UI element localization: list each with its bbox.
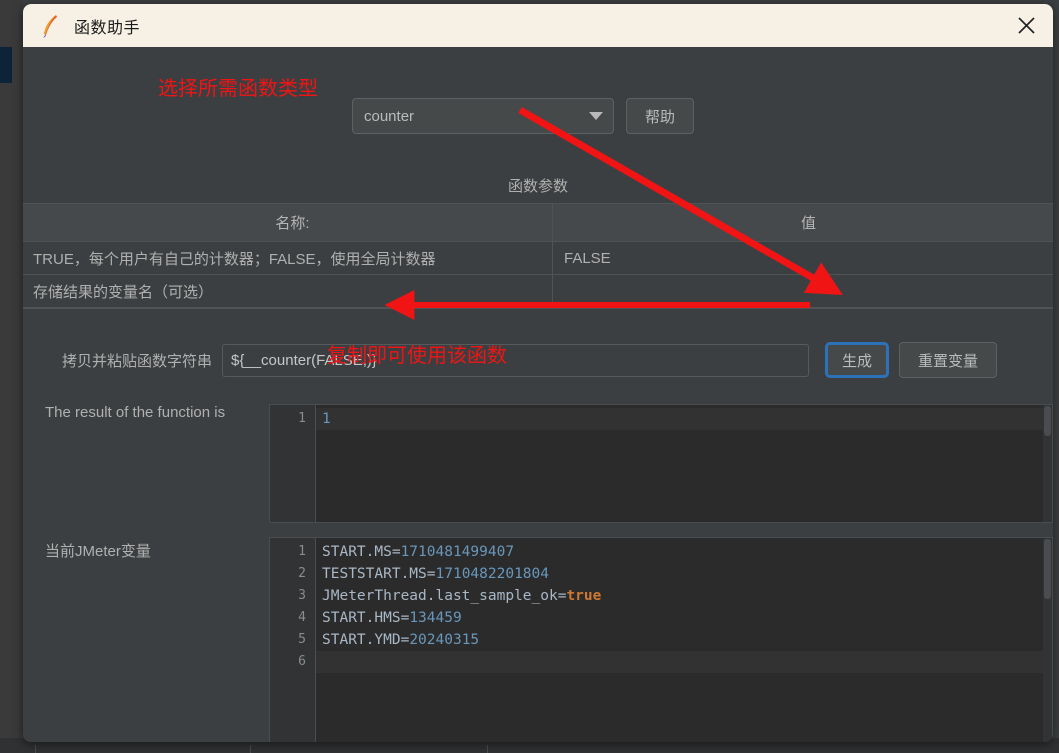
function-selector-row: counter 帮助 bbox=[352, 98, 695, 134]
screen: 函数助手 counter 帮助 函数参数 名称: 值 TRUE，每个用户有自己的… bbox=[0, 0, 1059, 753]
variable-key: START.YMD= bbox=[322, 632, 410, 648]
code-line bbox=[316, 651, 1052, 673]
generate-button[interactable]: 生成 bbox=[825, 342, 890, 378]
annotation-copy-to-use: 复制即可使用该函数 bbox=[327, 345, 507, 367]
line-number: 2 bbox=[298, 566, 306, 581]
table-row[interactable]: 存储结果的变量名（可选） bbox=[23, 275, 1053, 308]
line-number: 1 bbox=[298, 411, 306, 426]
code-line: TESTSTART.MS=1710482201804 bbox=[316, 563, 1052, 585]
jmeter-feather-icon bbox=[40, 14, 62, 38]
code-line: JMeterThread.last_sample_ok=true bbox=[316, 585, 1052, 607]
line-number: 5 bbox=[298, 632, 306, 647]
function-type-value: counter bbox=[364, 107, 415, 125]
window-title: 函数助手 bbox=[74, 19, 141, 37]
variable-key: START.HMS= bbox=[322, 610, 410, 626]
chevron-down-icon bbox=[579, 112, 613, 120]
result-value: 1 bbox=[322, 411, 331, 427]
table-row[interactable]: TRUE，每个用户有自己的计数器；FALSE，使用全局计数器 FALSE bbox=[23, 242, 1053, 275]
result-code-area[interactable]: 1 bbox=[316, 405, 1052, 522]
code-line: START.HMS=134459 bbox=[316, 607, 1052, 629]
variables-line-gutter: 1 2 3 4 5 6 bbox=[270, 538, 316, 742]
variable-key: JMeterThread.last_sample_ok= bbox=[322, 588, 567, 604]
action-buttons: 生成 重置变量 bbox=[825, 342, 998, 378]
column-header-name: 名称: bbox=[23, 204, 553, 242]
function-string-row: 拷贝并粘贴函数字符串 ${__counter(FALSE,)} 生成 重置变量 bbox=[23, 340, 1053, 380]
annotation-select-function-type: 选择所需函数类型 bbox=[158, 78, 318, 100]
result-line-gutter: 1 bbox=[270, 405, 316, 522]
variable-value: true bbox=[566, 588, 602, 604]
code-line: 1 bbox=[316, 408, 1052, 430]
taskbar-divider bbox=[487, 745, 488, 753]
function-type-select[interactable]: counter bbox=[352, 98, 614, 134]
variable-value: 134459 bbox=[409, 610, 462, 626]
variables-code-area[interactable]: START.MS=1710481499407 TESTSTART.MS=1710… bbox=[316, 538, 1052, 742]
variables-scrollbar[interactable] bbox=[1043, 538, 1052, 742]
result-label: The result of the function is bbox=[45, 404, 226, 421]
reset-variables-button[interactable]: 重置变量 bbox=[899, 342, 998, 378]
function-string-input[interactable]: ${__counter(FALSE,)} bbox=[222, 343, 809, 377]
close-icon[interactable] bbox=[999, 4, 1053, 47]
desktop-background bbox=[0, 0, 23, 753]
line-number: 6 bbox=[298, 654, 306, 669]
line-number: 3 bbox=[298, 588, 306, 603]
taskbar-divider bbox=[35, 745, 36, 753]
help-button[interactable]: 帮助 bbox=[626, 98, 695, 134]
title-bar: 函数助手 bbox=[23, 4, 1053, 47]
variables-label: 当前JMeter变量 bbox=[45, 543, 151, 560]
code-line: START.YMD=20240315 bbox=[316, 629, 1052, 651]
taskbar-divider bbox=[250, 745, 251, 753]
code-line: START.MS=1710481499407 bbox=[316, 541, 1052, 563]
function-string-label: 拷贝并粘贴函数字符串 bbox=[61, 352, 212, 370]
function-parameters-table: 名称: 值 TRUE，每个用户有自己的计数器；FALSE，使用全局计数器 FAL… bbox=[23, 203, 1053, 309]
variables-scrollbar-thumb[interactable] bbox=[1044, 539, 1051, 599]
result-editor[interactable]: 1 1 bbox=[269, 404, 1053, 523]
table-header-row: 名称: 值 bbox=[23, 204, 1053, 242]
result-scrollbar[interactable] bbox=[1043, 405, 1052, 522]
param-value[interactable]: FALSE bbox=[553, 242, 1053, 275]
params-section-title: 函数参数 bbox=[507, 178, 568, 195]
param-name: TRUE，每个用户有自己的计数器；FALSE，使用全局计数器 bbox=[23, 242, 553, 275]
dialog-body: counter 帮助 函数参数 名称: 值 TRUE，每个用户有自己的计数器；F… bbox=[23, 47, 1053, 742]
param-name: 存储结果的变量名（可选） bbox=[23, 275, 553, 308]
variable-value: 1710482201804 bbox=[435, 566, 550, 582]
result-scrollbar-thumb[interactable] bbox=[1044, 406, 1051, 436]
variable-value: 20240315 bbox=[409, 632, 480, 648]
line-number: 4 bbox=[298, 610, 306, 625]
function-helper-dialog: 函数助手 counter 帮助 函数参数 名称: 值 TRUE，每个用户有自己的… bbox=[23, 4, 1053, 742]
background-window-edge bbox=[0, 47, 12, 83]
variable-value: 1710481499407 bbox=[400, 544, 515, 560]
variable-key: TESTSTART.MS= bbox=[322, 566, 436, 582]
column-header-value: 值 bbox=[553, 204, 1053, 242]
variable-key: START.MS= bbox=[322, 544, 401, 560]
param-value[interactable] bbox=[553, 275, 1053, 308]
line-number: 1 bbox=[298, 544, 306, 559]
variables-editor[interactable]: 1 2 3 4 5 6 START.MS=1710481499407 TESTS… bbox=[269, 537, 1053, 742]
